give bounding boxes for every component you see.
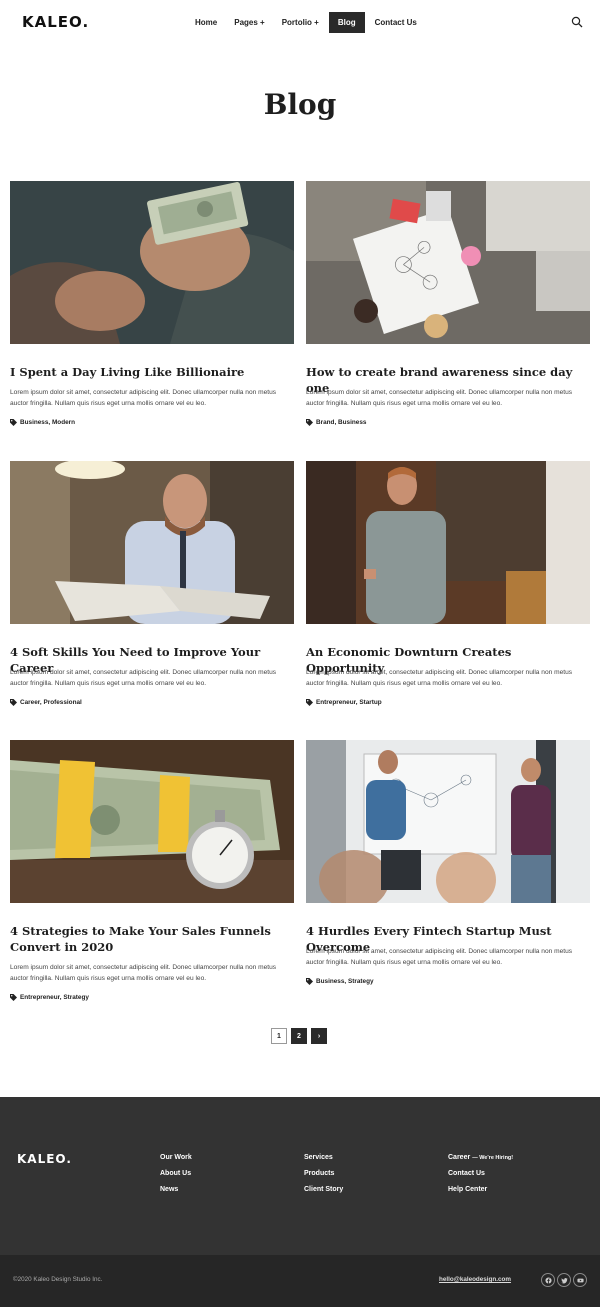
- footer-link-services[interactable]: Services: [304, 1154, 343, 1161]
- footer-logo[interactable]: KALEO.: [17, 1152, 72, 1166]
- tag-icon: [10, 699, 17, 706]
- next-page-button[interactable]: ›: [311, 1028, 327, 1044]
- footer-link-career[interactable]: Career — We're Hiring!: [448, 1154, 513, 1161]
- post-thumbnail[interactable]: [10, 461, 294, 624]
- tag-icon: [306, 978, 313, 985]
- career-label: Career: [448, 1154, 471, 1161]
- page-1-button[interactable]: 1: [271, 1028, 287, 1044]
- post-tags-label[interactable]: Career, Professional: [20, 699, 82, 706]
- post-tags: Entrepreneur, Strategy: [10, 994, 89, 1001]
- contact-email-link[interactable]: hello@kaleodesign.com: [439, 1276, 511, 1283]
- main-nav: Home Pages + Portolio + Blog Contact Us: [188, 12, 427, 33]
- nav-blog[interactable]: Blog: [328, 12, 365, 33]
- post-tags: Business, Modern: [10, 419, 75, 426]
- post-thumbnail[interactable]: [306, 461, 590, 624]
- desk-with-diagram-image: [306, 181, 590, 344]
- man-with-phone-image: [306, 461, 590, 624]
- post-tags: Entrepreneur, Startup: [306, 699, 382, 706]
- post-tags: Business, Strategy: [306, 978, 374, 985]
- post-excerpt: Lorem ipsum dolor sit amet, consectetur …: [306, 389, 573, 407]
- footer-link-news[interactable]: News: [160, 1186, 192, 1193]
- site-header: KALEO. Home Pages + Portolio + Blog Cont…: [0, 0, 600, 44]
- post-tags-label[interactable]: Brand, Business: [316, 419, 366, 426]
- post-excerpt: Lorem ipsum dolor sit amet, consectetur …: [306, 948, 573, 966]
- nav-portfolio[interactable]: Portolio +: [275, 13, 326, 32]
- post-tags: Career, Professional: [10, 699, 82, 706]
- hands-counting-money-image: [10, 181, 294, 344]
- tag-icon: [306, 419, 313, 426]
- tag-icon: [10, 419, 17, 426]
- footer-link-client-story[interactable]: Client Story: [304, 1186, 343, 1193]
- page-title: Blog: [263, 88, 337, 121]
- search-icon[interactable]: [571, 16, 583, 28]
- post-thumbnail[interactable]: [306, 740, 590, 903]
- footer-link-contact-us[interactable]: Contact Us: [448, 1170, 513, 1177]
- post-tags-label[interactable]: Entrepreneur, Startup: [316, 699, 382, 706]
- post-tags: Brand, Business: [306, 419, 366, 426]
- pagination: 1 2 ›: [271, 1028, 331, 1044]
- tag-icon: [10, 994, 17, 1001]
- twitter-icon[interactable]: [557, 1273, 571, 1287]
- page-2-button[interactable]: 2: [291, 1028, 307, 1044]
- post-tags-label[interactable]: Business, Strategy: [316, 978, 374, 985]
- post-title[interactable]: 4 Strategies to Make Your Sales Funnels …: [10, 923, 294, 955]
- hiring-badge: — We're Hiring!: [472, 1155, 514, 1161]
- post-thumbnail[interactable]: [10, 740, 294, 903]
- money-and-stopwatch-image: [10, 740, 294, 903]
- post-thumbnail[interactable]: [10, 181, 294, 344]
- post-thumbnail[interactable]: [306, 181, 590, 344]
- tag-icon: [306, 699, 313, 706]
- youtube-icon[interactable]: [573, 1273, 587, 1287]
- man-reading-newspaper-image: [10, 461, 294, 624]
- post-excerpt: Lorem ipsum dolor sit amet, consectetur …: [10, 389, 277, 407]
- office-whiteboard-meeting-image: [306, 740, 590, 903]
- nav-home[interactable]: Home: [188, 13, 224, 32]
- post-excerpt: Lorem ipsum dolor sit amet, consectetur …: [10, 669, 277, 687]
- footer-link-help-center[interactable]: Help Center: [448, 1186, 513, 1193]
- post-excerpt: Lorem ipsum dolor sit amet, consectetur …: [306, 669, 573, 687]
- site-footer: KALEO. Our Work About Us News Services P…: [0, 1097, 600, 1255]
- nav-contact[interactable]: Contact Us: [368, 13, 424, 32]
- site-logo[interactable]: KALEO.: [22, 13, 89, 31]
- post-tags-label[interactable]: Entrepreneur, Strategy: [20, 994, 89, 1001]
- post-title[interactable]: I Spent a Day Living Like Billionaire: [10, 364, 294, 380]
- post-tags-label[interactable]: Business, Modern: [20, 419, 75, 426]
- copyright-text: ©2020 Kaleo Design Studio Inc.: [13, 1276, 103, 1283]
- footer-column: Our Work About Us News: [160, 1154, 192, 1202]
- footer-column: Career — We're Hiring! Contact Us Help Ce…: [448, 1154, 513, 1202]
- facebook-icon[interactable]: [541, 1273, 555, 1287]
- footer-link-about-us[interactable]: About Us: [160, 1170, 192, 1177]
- post-excerpt: Lorem ipsum dolor sit amet, consectetur …: [10, 964, 277, 982]
- footer-column: Services Products Client Story: [304, 1154, 343, 1202]
- footer-bottom-bar: ©2020 Kaleo Design Studio Inc. hello@kal…: [0, 1255, 600, 1307]
- nav-pages[interactable]: Pages +: [227, 13, 271, 32]
- footer-link-products[interactable]: Products: [304, 1170, 343, 1177]
- footer-link-our-work[interactable]: Our Work: [160, 1154, 192, 1161]
